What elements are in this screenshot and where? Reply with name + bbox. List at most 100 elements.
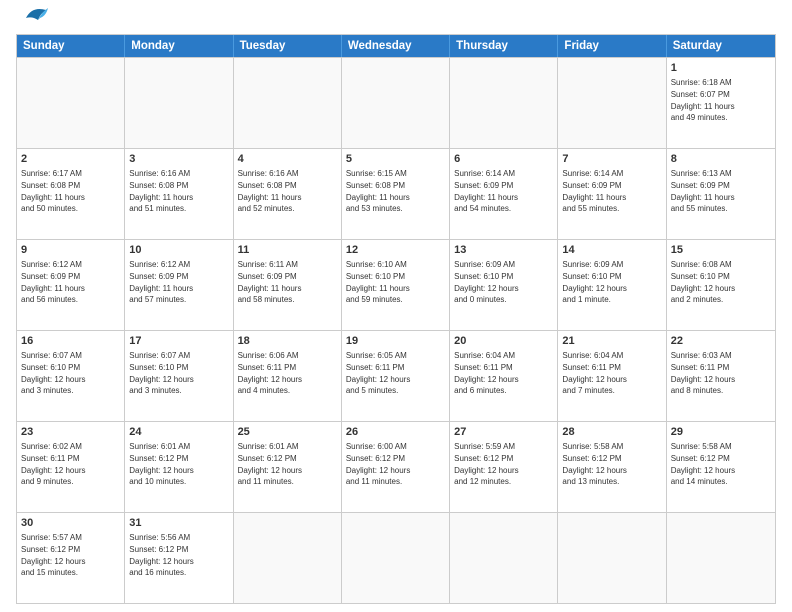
cell-info: Sunrise: 6:14 AM Sunset: 6:09 PM Dayligh… [562,168,661,214]
day-number: 31 [129,516,228,531]
cell-info: Sunrise: 6:04 AM Sunset: 6:11 PM Dayligh… [454,350,553,396]
cell-info: Sunrise: 6:06 AM Sunset: 6:11 PM Dayligh… [238,350,337,396]
day-of-week-monday: Monday [125,35,233,57]
cell-info: Sunrise: 6:01 AM Sunset: 6:12 PM Dayligh… [129,441,228,487]
day-number: 5 [346,152,445,167]
cell-info: Sunrise: 6:01 AM Sunset: 6:12 PM Dayligh… [238,441,337,487]
day-number: 13 [454,243,553,258]
day-number: 26 [346,425,445,440]
cal-cell [667,513,775,603]
cell-info: Sunrise: 5:58 AM Sunset: 6:12 PM Dayligh… [671,441,771,487]
cal-cell: 9Sunrise: 6:12 AM Sunset: 6:09 PM Daylig… [17,240,125,330]
day-number: 15 [671,243,771,258]
cal-cell [450,513,558,603]
day-number: 23 [21,425,120,440]
cell-info: Sunrise: 6:13 AM Sunset: 6:09 PM Dayligh… [671,168,771,214]
day-number: 2 [21,152,120,167]
cell-info: Sunrise: 5:56 AM Sunset: 6:12 PM Dayligh… [129,532,228,578]
cell-info: Sunrise: 5:59 AM Sunset: 6:12 PM Dayligh… [454,441,553,487]
cal-cell: 17Sunrise: 6:07 AM Sunset: 6:10 PM Dayli… [125,331,233,421]
day-number: 11 [238,243,337,258]
day-number: 27 [454,425,553,440]
calendar: SundayMondayTuesdayWednesdayThursdayFrid… [16,34,776,604]
cal-cell: 16Sunrise: 6:07 AM Sunset: 6:10 PM Dayli… [17,331,125,421]
cal-cell: 29Sunrise: 5:58 AM Sunset: 6:12 PM Dayli… [667,422,775,512]
day-number: 4 [238,152,337,167]
cal-cell: 15Sunrise: 6:08 AM Sunset: 6:10 PM Dayli… [667,240,775,330]
cell-info: Sunrise: 6:11 AM Sunset: 6:09 PM Dayligh… [238,259,337,305]
cal-cell: 2Sunrise: 6:17 AM Sunset: 6:08 PM Daylig… [17,149,125,239]
day-number: 9 [21,243,120,258]
week-row-2: 9Sunrise: 6:12 AM Sunset: 6:09 PM Daylig… [17,239,775,330]
cal-cell: 1Sunrise: 6:18 AM Sunset: 6:07 PM Daylig… [667,58,775,148]
day-number: 22 [671,334,771,349]
cell-info: Sunrise: 6:17 AM Sunset: 6:08 PM Dayligh… [21,168,120,214]
day-of-week-tuesday: Tuesday [234,35,342,57]
day-number: 7 [562,152,661,167]
day-of-week-sunday: Sunday [17,35,125,57]
day-number: 16 [21,334,120,349]
day-number: 12 [346,243,445,258]
cell-info: Sunrise: 6:12 AM Sunset: 6:09 PM Dayligh… [129,259,228,305]
cal-cell: 30Sunrise: 5:57 AM Sunset: 6:12 PM Dayli… [17,513,125,603]
cal-cell [342,58,450,148]
day-number: 28 [562,425,661,440]
header [16,12,776,26]
cell-info: Sunrise: 6:16 AM Sunset: 6:08 PM Dayligh… [129,168,228,214]
cal-cell [558,58,666,148]
day-number: 6 [454,152,553,167]
cal-cell: 19Sunrise: 6:05 AM Sunset: 6:11 PM Dayli… [342,331,450,421]
logo [16,12,50,26]
cell-info: Sunrise: 5:58 AM Sunset: 6:12 PM Dayligh… [562,441,661,487]
day-of-week-friday: Friday [558,35,666,57]
cal-cell [558,513,666,603]
day-of-week-saturday: Saturday [667,35,775,57]
day-number: 10 [129,243,228,258]
day-number: 20 [454,334,553,349]
page: SundayMondayTuesdayWednesdayThursdayFrid… [0,0,792,612]
cal-cell: 23Sunrise: 6:02 AM Sunset: 6:11 PM Dayli… [17,422,125,512]
calendar-body: 1Sunrise: 6:18 AM Sunset: 6:07 PM Daylig… [17,57,775,603]
day-number: 25 [238,425,337,440]
cal-cell: 7Sunrise: 6:14 AM Sunset: 6:09 PM Daylig… [558,149,666,239]
day-number: 30 [21,516,120,531]
cal-cell [234,513,342,603]
day-number: 8 [671,152,771,167]
cal-cell: 13Sunrise: 6:09 AM Sunset: 6:10 PM Dayli… [450,240,558,330]
cell-info: Sunrise: 6:09 AM Sunset: 6:10 PM Dayligh… [454,259,553,305]
cell-info: Sunrise: 6:16 AM Sunset: 6:08 PM Dayligh… [238,168,337,214]
cal-cell [342,513,450,603]
cal-cell [17,58,125,148]
cal-cell [450,58,558,148]
cell-info: Sunrise: 6:04 AM Sunset: 6:11 PM Dayligh… [562,350,661,396]
day-number: 17 [129,334,228,349]
day-of-week-wednesday: Wednesday [342,35,450,57]
cell-info: Sunrise: 6:05 AM Sunset: 6:11 PM Dayligh… [346,350,445,396]
day-number: 21 [562,334,661,349]
week-row-3: 16Sunrise: 6:07 AM Sunset: 6:10 PM Dayli… [17,330,775,421]
cal-cell: 25Sunrise: 6:01 AM Sunset: 6:12 PM Dayli… [234,422,342,512]
day-number: 29 [671,425,771,440]
cell-info: Sunrise: 6:00 AM Sunset: 6:12 PM Dayligh… [346,441,445,487]
cal-cell: 10Sunrise: 6:12 AM Sunset: 6:09 PM Dayli… [125,240,233,330]
cal-cell: 11Sunrise: 6:11 AM Sunset: 6:09 PM Dayli… [234,240,342,330]
cell-info: Sunrise: 6:12 AM Sunset: 6:09 PM Dayligh… [21,259,120,305]
cal-cell: 18Sunrise: 6:06 AM Sunset: 6:11 PM Dayli… [234,331,342,421]
day-number: 14 [562,243,661,258]
cal-cell: 21Sunrise: 6:04 AM Sunset: 6:11 PM Dayli… [558,331,666,421]
cell-info: Sunrise: 6:07 AM Sunset: 6:10 PM Dayligh… [129,350,228,396]
week-row-5: 30Sunrise: 5:57 AM Sunset: 6:12 PM Dayli… [17,512,775,603]
cell-info: Sunrise: 6:15 AM Sunset: 6:08 PM Dayligh… [346,168,445,214]
cell-info: Sunrise: 6:10 AM Sunset: 6:10 PM Dayligh… [346,259,445,305]
cell-info: Sunrise: 6:07 AM Sunset: 6:10 PM Dayligh… [21,350,120,396]
day-number: 19 [346,334,445,349]
cal-cell: 28Sunrise: 5:58 AM Sunset: 6:12 PM Dayli… [558,422,666,512]
cal-cell: 8Sunrise: 6:13 AM Sunset: 6:09 PM Daylig… [667,149,775,239]
cal-cell: 26Sunrise: 6:00 AM Sunset: 6:12 PM Dayli… [342,422,450,512]
day-number: 24 [129,425,228,440]
cal-cell: 5Sunrise: 6:15 AM Sunset: 6:08 PM Daylig… [342,149,450,239]
cell-info: Sunrise: 6:03 AM Sunset: 6:11 PM Dayligh… [671,350,771,396]
cal-cell: 3Sunrise: 6:16 AM Sunset: 6:08 PM Daylig… [125,149,233,239]
day-number: 1 [671,61,771,76]
cal-cell [234,58,342,148]
